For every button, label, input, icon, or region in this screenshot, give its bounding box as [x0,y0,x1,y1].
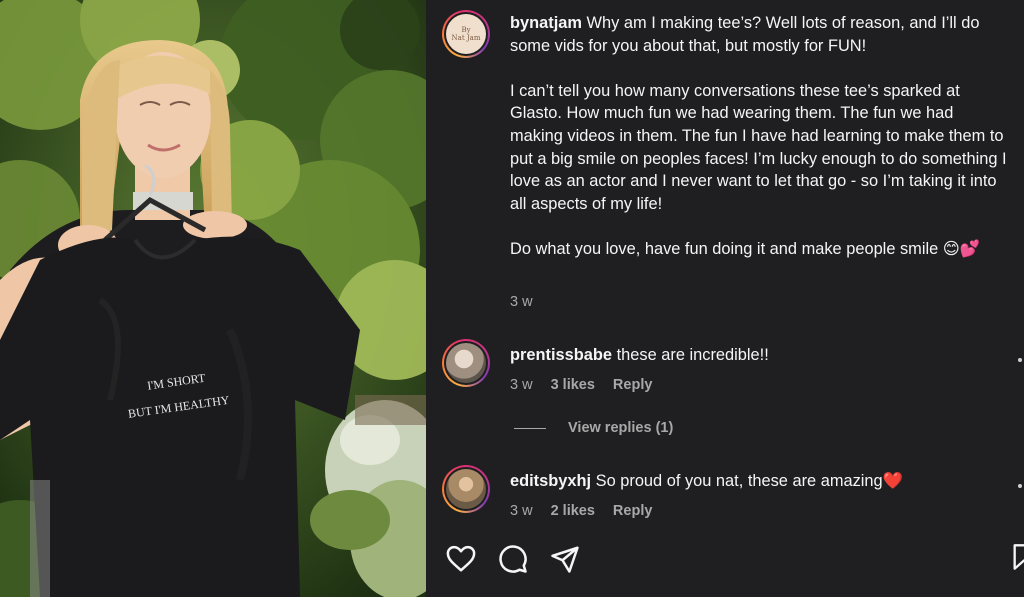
comment-item: editsbyxhj So proud of you nat, these ar… [510,470,1010,493]
save-button[interactable] [1010,542,1024,576]
action-bar [444,542,582,576]
like-button[interactable] [444,542,478,576]
comment-avatar[interactable] [442,339,490,387]
caption-paragraph-2: I can’t tell you how many conversations … [510,81,1007,213]
comment-text: these are incredible!! [616,346,769,364]
comment-reply-button[interactable]: Reply [613,503,653,519]
more-options-icon[interactable] [1018,484,1022,488]
view-replies-line [514,427,546,429]
comment-text: So proud of you nat, these are amazing❤️ [595,472,904,490]
comment-username[interactable]: editsbyxhj [510,472,591,490]
more-options-icon[interactable] [1018,358,1022,362]
caption-meta: 3 w [510,294,533,310]
comment-likes[interactable]: 2 likes [551,503,595,519]
avatar-logo-text-1: By [461,26,471,34]
comment-avatar[interactable] [442,465,490,513]
comment-meta: 3 w 2 likes Reply [510,503,652,519]
bookmark-icon [1013,544,1024,570]
paper-plane-icon [551,546,579,573]
view-replies-button[interactable]: View replies (1) [514,420,673,436]
view-replies-label: View replies (1) [568,420,674,436]
comment-likes[interactable]: 3 likes [551,377,595,393]
comments-panel: By Nat Jam bynatjam Why am I making tee’… [426,0,1024,597]
share-button[interactable] [548,542,582,576]
comment-meta: 3 w 3 likes Reply [510,377,652,393]
caption-paragraph-1: bynatjam Why am I making tee’s? Well lot… [510,12,1010,57]
comment-button[interactable] [496,542,530,576]
comment-reply-button[interactable]: Reply [613,377,653,393]
caption-time[interactable]: 3 w [510,294,533,310]
post-video-frame: I'M SHORT BUT I'M HEALTHY [0,0,426,597]
avatar-logo-text-2: Nat Jam [451,34,481,42]
author-avatar[interactable]: By Nat Jam [442,10,490,58]
comment-item: prentissbabe these are incredible!! [510,344,1010,367]
caption-paragraph-3: Do what you love, have fun doing it and … [510,239,981,258]
comment-time[interactable]: 3 w [510,377,533,393]
post-caption: bynatjam Why am I making tee’s? Well lot… [510,12,1010,261]
comment-icon [499,545,527,573]
comment-time[interactable]: 3 w [510,503,533,519]
post-video[interactable]: I'M SHORT BUT I'M HEALTHY [0,0,426,597]
comment-username[interactable]: prentissbabe [510,346,612,364]
caption-username[interactable]: bynatjam [510,14,582,32]
heart-icon [446,545,476,572]
